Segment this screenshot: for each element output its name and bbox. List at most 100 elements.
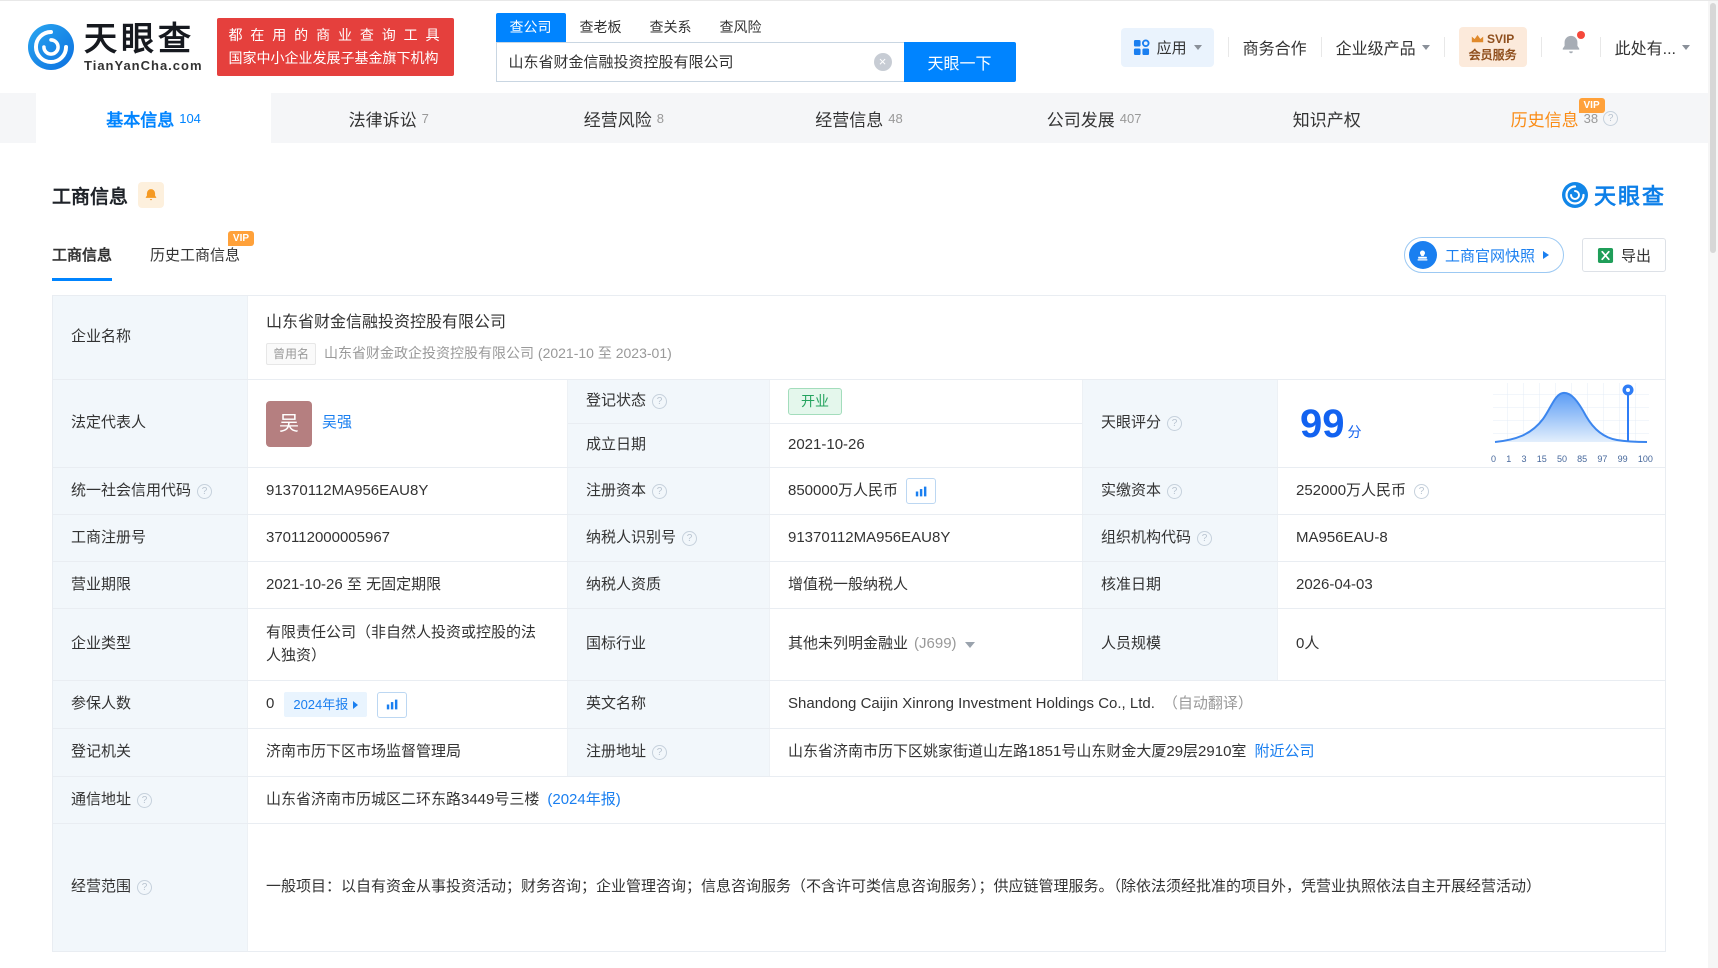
business-info-table: 企业名称 山东省财金信融投资控股有限公司 曾用名 山东省财金政企投资控股有限公司… — [52, 295, 1666, 952]
scrollbar-thumb[interactable] — [1710, 3, 1716, 253]
chevron-down-icon[interactable] — [964, 641, 975, 648]
annual-report-chip[interactable]: 2024年报 — [284, 691, 368, 718]
notification-bell-icon[interactable] — [1560, 30, 1585, 61]
help-icon[interactable] — [1603, 110, 1619, 126]
help-icon[interactable] — [652, 394, 668, 409]
score-cell: 99 分 0 1 3 15 50 85 97 99 100 — [1278, 380, 1665, 467]
auto-translate-note: （自动翻译） — [1162, 695, 1253, 713]
official-snapshot-button[interactable]: 工商官网快照 — [1403, 237, 1564, 273]
tab-operation-risk[interactable]: 经营风险 8 — [506, 93, 741, 143]
search-area: 查公司 查老板 查关系 查风险 天眼一下 — [495, 12, 1016, 82]
search-tab-boss[interactable]: 查老板 — [566, 13, 636, 42]
business-scope-cell: 一般项目：以自有资金从事投资活动；财务咨询；企业管理咨询；信息咨询服务（不含许可… — [248, 824, 1665, 951]
establish-date-cell: 2021-10-26 — [770, 424, 1082, 467]
help-icon[interactable] — [1167, 483, 1183, 499]
notification-dot — [1576, 30, 1585, 39]
table-row: 登记机关 济南市历下区市场监督管理局 注册地址 山东省济南市历下区姚家街道山左路… — [53, 729, 1665, 777]
registered-address-cell: 山东省济南市历下区姚家街道山左路1851号山东财金大厦29层2910室 附近公司 — [770, 729, 1665, 776]
search-tab-relation[interactable]: 查关系 — [636, 13, 706, 42]
section-title: 工商信息 — [52, 186, 129, 208]
registered-capital-cell: 850000万人民币 — [770, 468, 1083, 514]
insured-count-cell: 0 2024年报 — [248, 681, 568, 728]
chevron-down-icon — [1682, 44, 1690, 50]
export-label: 导出 — [1620, 247, 1651, 265]
divider — [1599, 37, 1601, 57]
status-badge: 开业 — [788, 388, 842, 415]
registration-status-cell: 开业 — [770, 380, 1082, 423]
tab-intellectual-property[interactable]: 知识产权 — [1212, 93, 1447, 143]
field-label: 经营范围 — [53, 824, 248, 951]
tab-basic-info[interactable]: 基本信息 104 — [36, 93, 272, 143]
annual-report-link[interactable]: (2024年报) — [547, 789, 620, 812]
enterprise-label: 企业级产品 — [1335, 41, 1416, 58]
search-tab-company[interactable]: 查公司 — [495, 12, 566, 42]
field-label: 纳税人资质 — [568, 562, 770, 608]
field-label: 组织机构代码 — [1083, 515, 1278, 561]
section-tab-bar: 基本信息 104 法律诉讼 7 经营风险 8 经营信息 48 公司发展 407 … — [0, 93, 1718, 143]
field-label: 国标行业 — [568, 609, 770, 680]
nearby-companies-link[interactable]: 附近公司 — [1254, 741, 1314, 764]
export-button[interactable]: 导出 — [1581, 238, 1666, 272]
logo-domain-text: TianYanCha.com — [84, 57, 203, 73]
divider — [1320, 37, 1322, 57]
svip-line1: SVIP — [1486, 31, 1515, 46]
insured-trend-icon[interactable] — [377, 691, 408, 718]
chevron-down-icon — [1193, 44, 1202, 50]
field-label: 注册地址 — [568, 729, 770, 776]
nav-enterprise-products[interactable]: 企业级产品 — [1336, 35, 1430, 59]
field-label: 法定代表人 — [53, 380, 248, 467]
tianyancha-logo[interactable]: 天眼查 TianYanCha.com — [28, 22, 203, 73]
help-icon[interactable] — [1414, 483, 1430, 499]
tab-company-development[interactable]: 公司发展 407 — [977, 93, 1212, 143]
arrow-right-icon — [1542, 251, 1549, 259]
scrollbar[interactable] — [1708, 1, 1718, 968]
business-term-cell: 2021-10-26 至 无固定期限 — [248, 562, 568, 608]
field-label: 天眼评分 — [1083, 380, 1278, 467]
avatar[interactable]: 吴 — [266, 400, 312, 447]
help-icon[interactable] — [197, 483, 213, 499]
legal-representative-link[interactable]: 吴强 — [322, 412, 352, 435]
tab-operation-info[interactable]: 经营信息 48 — [741, 93, 976, 143]
svip-membership-button[interactable]: SVIP 会员服务 — [1458, 26, 1527, 68]
help-icon[interactable] — [137, 792, 153, 808]
stamp-icon — [1408, 241, 1437, 269]
excel-icon — [1597, 247, 1614, 263]
company-name: 山东省财金信融投资控股有限公司 — [266, 313, 507, 331]
crown-icon — [1471, 34, 1484, 43]
arrow-right-icon — [353, 700, 359, 709]
subtab-business-info[interactable]: 工商信息 — [52, 244, 113, 281]
help-icon[interactable] — [1167, 416, 1183, 431]
help-icon[interactable] — [682, 530, 698, 546]
field-label: 英文名称 — [568, 681, 770, 728]
mail-address-cell: 山东省济南市历城区二环东路3449号三楼 (2024年报) — [248, 777, 1665, 823]
search-input[interactable] — [495, 41, 904, 82]
subtab-history-business-info[interactable]: 历史工商信息 VIP — [150, 231, 255, 281]
capital-trend-icon[interactable] — [906, 478, 937, 504]
score-distribution-chart: 0 1 3 15 50 85 97 99 100 — [1491, 381, 1653, 467]
field-label: 登记状态 — [568, 380, 770, 423]
search-tab-risk[interactable]: 查风险 — [706, 13, 776, 42]
subscribe-bell-icon[interactable] — [138, 182, 165, 208]
help-icon[interactable] — [652, 745, 668, 760]
table-row: 统一社会信用代码 91370112MA956EAU8Y 注册资本 850000万… — [53, 468, 1665, 515]
help-icon[interactable] — [652, 483, 668, 499]
divider — [1443, 37, 1445, 57]
table-row: 营业期限 2021-10-26 至 无固定期限 纳税人资质 增值税一般纳税人 核… — [53, 562, 1665, 609]
help-icon[interactable] — [137, 880, 153, 895]
nav-business-cooperation[interactable]: 商务合作 — [1243, 35, 1307, 59]
industry-code: (J699) — [914, 635, 957, 653]
search-button[interactable]: 天眼一下 — [903, 41, 1016, 82]
apps-menu-button[interactable]: 应用 — [1120, 27, 1214, 67]
more-label: 此处有... — [1614, 41, 1676, 58]
nav-more-menu[interactable]: 此处有... — [1615, 35, 1690, 59]
help-icon[interactable] — [1197, 530, 1213, 546]
tab-history-info[interactable]: 历史信息 VIP 38 — [1447, 93, 1682, 143]
clear-search-icon[interactable] — [873, 52, 892, 71]
search-tabs: 查公司 查老板 查关系 查风险 — [495, 12, 1016, 42]
main-content: 工商信息 天眼查 工商信息 历史工商信息 VIP 工商官网快照 导出 企业名称 … — [0, 179, 1718, 952]
paid-capital-cell: 252000万人民币 — [1278, 468, 1665, 514]
header-nav: 应用 商务合作 企业级产品 SVIP 会员服务 此处有... — [1120, 26, 1690, 68]
table-row: 参保人数 0 2024年报 英文名称 Shandong Caijin Xinro… — [53, 681, 1665, 729]
score-value: 99 分 — [1300, 401, 1362, 446]
tab-legal-litigation[interactable]: 法律诉讼 7 — [271, 93, 506, 143]
